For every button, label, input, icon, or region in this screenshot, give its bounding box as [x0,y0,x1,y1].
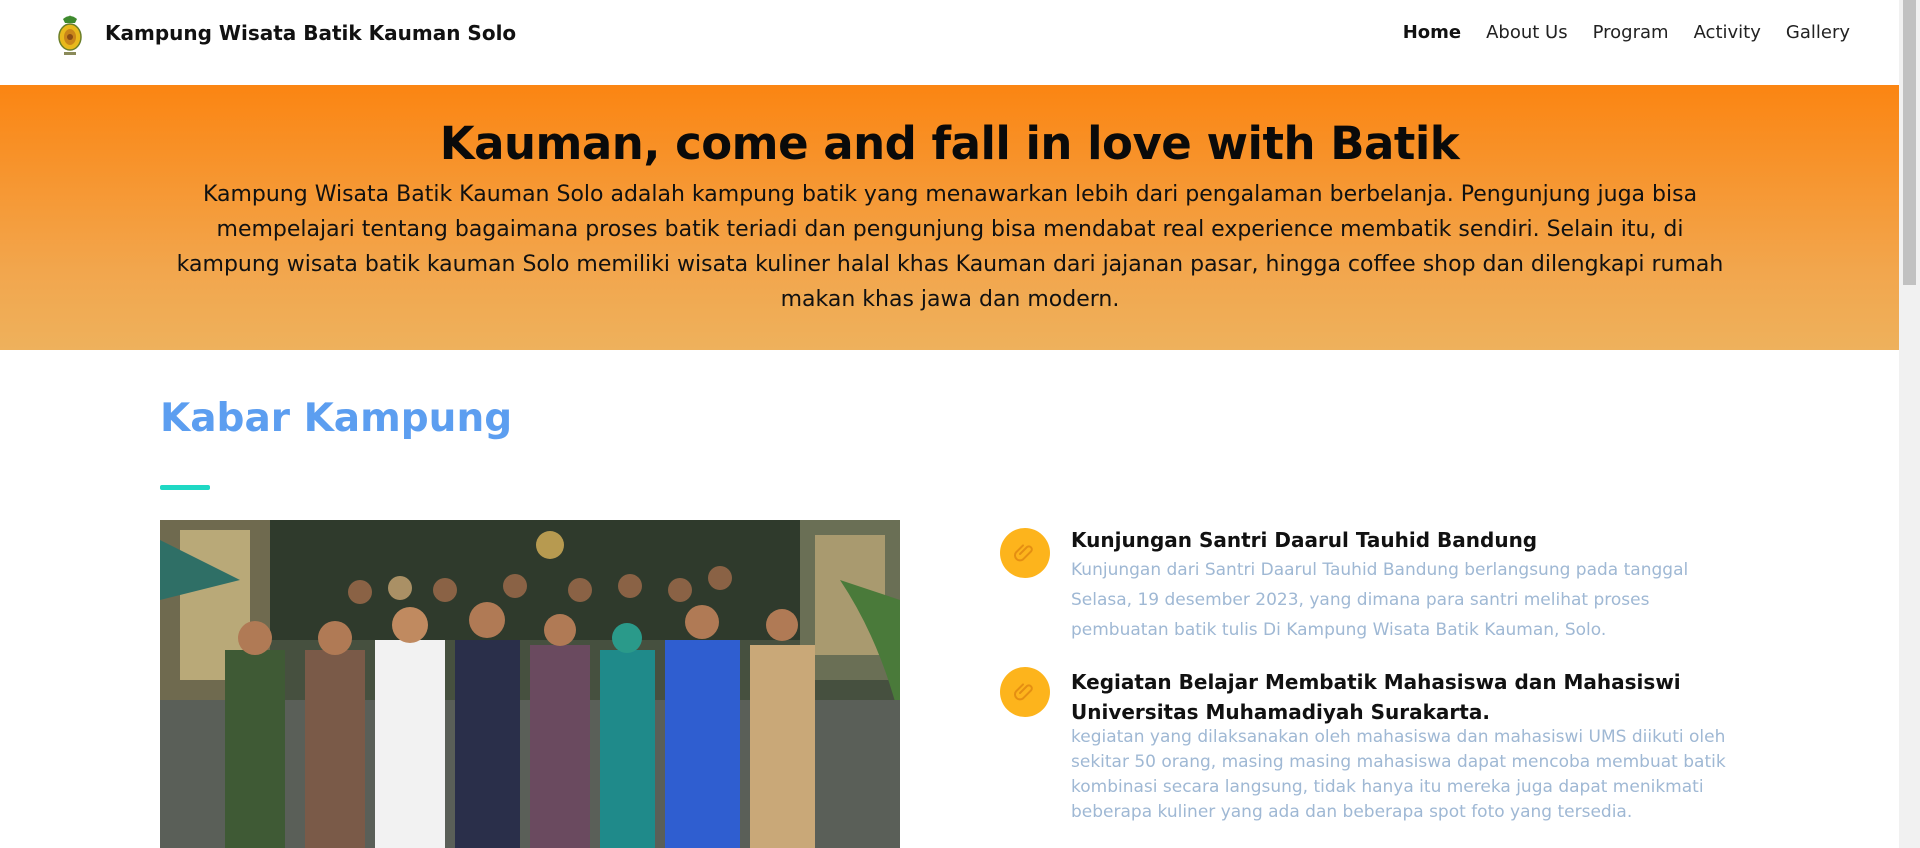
news-title[interactable]: Kunjungan Santri Daarul Tauhid Bandung [1071,525,1691,555]
scrollbar-thumb[interactable] [1903,0,1916,285]
title-underline [160,485,210,490]
hero-description: Kampung Wisata Batik Kauman Solo adalah … [176,182,1724,312]
paperclip-icon [1000,667,1050,717]
hero-banner: Kauman, come and fall in love with Batik… [0,85,1899,350]
nav-program[interactable]: Program [1593,22,1669,43]
nav-activity[interactable]: Activity [1694,22,1761,43]
page-scrollbar[interactable] [1899,0,1920,848]
news-description: kegiatan yang dilaksanakan oleh mahasisw… [1071,727,1726,822]
news-title[interactable]: Kegiatan Belajar Membatik Mahasiswa dan … [1071,667,1691,727]
news-description: Kunjungan dari Santri Daarul Tauhid Band… [1071,560,1689,640]
nav-about-us[interactable]: About Us [1486,22,1568,43]
paperclip-icon [1000,528,1050,578]
site-brand[interactable]: Kampung Wisata Batik Kauman Solo [105,21,516,45]
news-photo [160,520,900,848]
section-title: Kabar Kampung [160,396,513,441]
main-nav: Home About Us Program Activity Gallery [1378,22,1850,43]
navbar: Kampung Wisata Batik Kauman Solo Home Ab… [0,0,1899,85]
nav-home[interactable]: Home [1403,22,1461,43]
logo-icon[interactable] [55,13,85,57]
nav-gallery[interactable]: Gallery [1786,22,1850,43]
hero-title: Kauman, come and fall in love with Batik [439,117,1460,170]
